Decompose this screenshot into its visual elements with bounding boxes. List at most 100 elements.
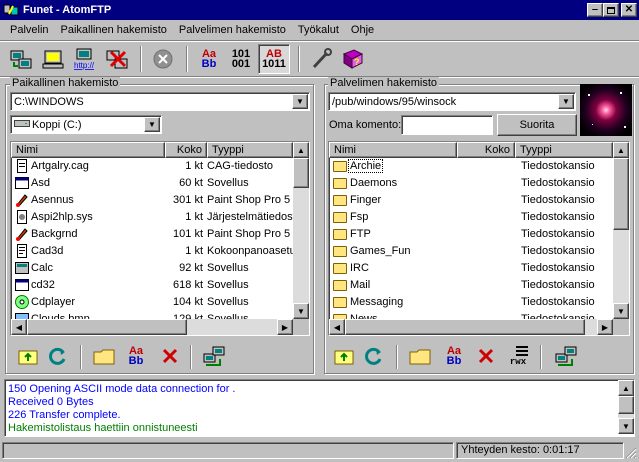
remote-file-row[interactable]: IRC Tiedostokansio [329,260,613,277]
scroll-thumb[interactable] [618,396,634,414]
scroll-down-arrow[interactable]: ▼ [293,303,309,319]
remote-file-row[interactable]: Games_Fun Tiedostokansio [329,243,613,260]
ascii-mode-button[interactable]: AB 1011 [258,44,290,74]
folder-icon [333,178,347,189]
http-button[interactable]: http:// [70,44,100,74]
menu-ohje[interactable]: Ohje [345,24,380,36]
remote-file-list[interactable]: Nimi Koko Tyyppi Archie Tiedostokansio Dae… [328,141,630,336]
remote-path-combo[interactable]: /pub/windows/95/winsock ▼ [328,92,576,111]
drive-select[interactable]: Koppi (C:) ▼ [10,115,162,134]
local-file-row[interactable]: Asd 60 kt Sovellus [11,175,293,192]
remote-file-row[interactable]: Mail Tiedostokansio [329,277,613,294]
app-icon [15,176,29,190]
local-col-size[interactable]: Koko [165,142,207,158]
remote-delete-button[interactable] [472,343,500,369]
log-vscrollbar[interactable]: ▲ ▼ [618,380,634,434]
ascii-bottom: 1011 [262,58,286,70]
maximize-button[interactable] [603,3,619,17]
remote-file-row[interactable]: FTP Tiedostokansio [329,226,613,243]
local-file-row[interactable]: Cad3d 1 kt Kokoonpanoasetukse [11,243,293,260]
remote-file-row[interactable]: Archie Tiedostokansio [329,158,613,175]
disconnect-button[interactable] [102,44,132,74]
run-command-button[interactable]: Suorita [497,114,577,136]
local-file-row[interactable]: Calc 92 kt Sovellus [11,260,293,277]
close-button[interactable]: ✕ [621,3,637,17]
minimize-button[interactable]: ‒ [587,3,603,17]
local-refresh-button[interactable] [44,343,72,369]
font-case-button[interactable]: Aa Bb [194,44,224,74]
download-button[interactable] [552,343,580,369]
remote-vscrollbar[interactable]: ▲ ▼ [613,142,629,319]
folder-name: Finger [350,194,382,206]
file-type: Tiedostokansio [521,160,595,172]
scroll-down-arrow[interactable]: ▼ [618,418,634,434]
star [592,124,593,125]
remote-refresh-button[interactable] [360,343,388,369]
chevron-down-icon[interactable]: ▼ [144,117,160,132]
local-col-type[interactable]: Tyyppi [207,142,293,158]
remote-col-type[interactable]: Tyyppi [515,142,613,158]
menu-palvelin[interactable]: Palvelin [4,24,55,36]
local-site-button[interactable] [38,44,68,74]
command-input[interactable] [401,115,493,135]
scroll-left-arrow[interactable]: ◀ [11,319,27,335]
help-button[interactable]: ? [338,44,368,74]
remote-rename-button[interactable]: Aa Bb [440,343,468,369]
scroll-up-arrow[interactable]: ▲ [293,142,309,158]
stop-button[interactable] [148,44,178,74]
local-hscrollbar[interactable]: ◀ ▶ [11,319,293,335]
remote-col-name[interactable]: Nimi [329,142,457,158]
local-file-row[interactable]: Artgalry.cag 1 kt CAG-tiedosto [11,158,293,175]
remote-file-row[interactable]: Messaging Tiedostokansio [329,294,613,311]
remote-col-size[interactable]: Koko [457,142,515,158]
scroll-thumb[interactable] [27,319,187,335]
menu-palvelimen-hakemisto[interactable]: Palvelimen hakemisto [173,24,292,36]
local-vscrollbar[interactable]: ▲ ▼ [293,142,309,319]
remote-file-row[interactable]: Fsp Tiedostokansio [329,209,613,226]
local-file-row[interactable]: Cdplayer 104 kt Sovellus [11,294,293,311]
app-icon[interactable] [3,3,19,17]
permissions-button[interactable]: rwx [504,343,532,369]
local-parent-dir-button[interactable] [14,343,42,369]
scroll-corner [613,319,629,335]
local-file-row[interactable]: Backgrnd 101 kt Paint Shop Pro 5 Im [11,226,293,243]
remote-hscrollbar[interactable]: ◀ ▶ [329,319,613,335]
local-col-name[interactable]: Nimi [11,142,165,158]
scroll-down-arrow[interactable]: ▼ [613,303,629,319]
file-size: 101 kt [173,228,203,240]
local-file-row[interactable]: cd32 618 kt Sovellus [11,277,293,294]
scroll-thumb[interactable] [613,158,629,230]
menu-paikallinen-hakemisto[interactable]: Paikallinen hakemisto [55,24,173,36]
options-button[interactable] [306,44,336,74]
local-file-list[interactable]: Nimi Koko Tyyppi Artgalry.cag 1 kt CAG-tie… [10,141,310,336]
remote-file-row[interactable]: Daemons Tiedostokansio [329,175,613,192]
chevron-down-icon[interactable]: ▼ [292,94,308,109]
file-type: Järjestelmätiedosto [207,211,293,223]
scroll-left-arrow[interactable]: ◀ [329,319,345,335]
connect-button[interactable] [6,44,36,74]
resize-grip-icon[interactable] [624,446,637,459]
paint-icon [15,227,29,241]
local-new-folder-button[interactable] [90,343,118,369]
menu-tyokalut[interactable]: Työkalut [292,24,345,36]
scroll-thumb[interactable] [345,319,585,335]
log-panel[interactable]: 150 Opening ASCII mode data connection f… [4,379,635,437]
chevron-down-icon[interactable]: ▼ [558,94,574,109]
local-file-row[interactable]: Aspi2hlp.sys 1 kt Järjestelmätiedosto [11,209,293,226]
local-file-row[interactable]: Asennus 301 kt Paint Shop Pro 5 Im [11,192,293,209]
local-rename-button[interactable]: Aa Bb [122,343,150,369]
scroll-right-arrow[interactable]: ▶ [597,319,613,335]
local-delete-button[interactable] [156,343,184,369]
file-name: Asd [31,177,50,189]
scroll-right-arrow[interactable]: ▶ [277,319,293,335]
scroll-up-arrow[interactable]: ▲ [613,142,629,158]
local-path-combo[interactable]: C:\WINDOWS ▼ [10,92,310,111]
scroll-up-arrow[interactable]: ▲ [618,380,634,396]
scroll-thumb[interactable] [293,158,309,188]
binary-mode-button[interactable]: 101 001 [226,44,256,74]
remote-file-row[interactable]: Finger Tiedostokansio [329,192,613,209]
upload-button[interactable] [200,343,228,369]
remote-new-folder-button[interactable] [406,343,434,369]
remote-parent-dir-button[interactable] [330,343,358,369]
drive-value: Koppi (C:) [32,118,82,131]
